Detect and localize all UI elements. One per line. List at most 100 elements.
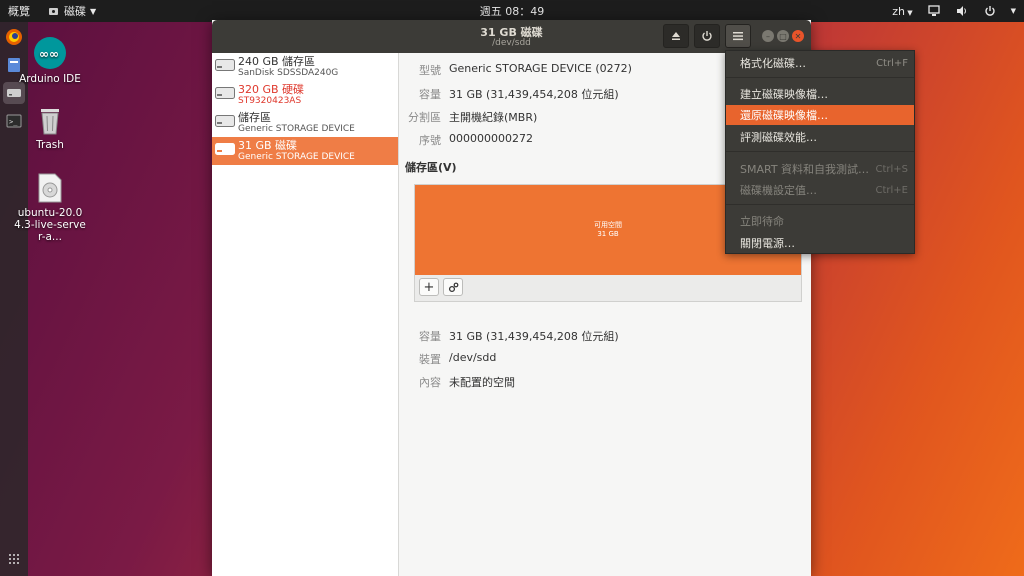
model-row: 型號 Generic STORAGE DEVICE (0272) [405, 62, 632, 78]
menu-item-label: 還原磁碟映像檔… [740, 109, 828, 122]
drive-model: SanDisk SDSSDA240G [238, 68, 339, 78]
drive-item[interactable]: 儲存區 Generic STORAGE DEVICE [212, 109, 398, 137]
power-off-button[interactable] [694, 24, 720, 48]
create-partition-button[interactable]: + [419, 278, 439, 296]
power-icon[interactable] [983, 4, 997, 18]
close-icon: ✕ [794, 31, 802, 41]
menu-item-label: 建立磁碟映像檔… [740, 88, 828, 101]
drive-item[interactable]: 320 GB 硬碟 ST9320423AS [212, 81, 398, 109]
power-off-icon [702, 31, 712, 41]
menu-item-benchmark[interactable]: 評測磁碟效能… [726, 127, 914, 147]
menu-item-label: 磁碟機設定值… [740, 184, 817, 197]
menu-item-drive-settings[interactable]: 磁碟機設定值… Ctrl+E [726, 180, 914, 200]
menu-separator [726, 151, 914, 152]
volume-size-label: 容量 [419, 330, 441, 343]
svg-text:∞: ∞ [49, 47, 59, 61]
gears-icon [448, 282, 458, 292]
menu-item-label: 立即待命 [740, 215, 784, 228]
drive-icon [215, 115, 235, 127]
input-method-indicator[interactable]: zh ▼ [892, 5, 912, 18]
model-label: 型號 [419, 64, 441, 77]
eject-icon [672, 32, 680, 40]
disc-image-icon [35, 172, 65, 204]
app-menu[interactable]: 磁碟 ▼ [38, 0, 104, 22]
menu-item-accel: Ctrl+E [875, 184, 909, 196]
size-value: 31 GB (31,439,454,208 位元組) [449, 88, 619, 101]
eject-button[interactable] [663, 24, 689, 48]
menu-item-accel: Ctrl+F [876, 57, 908, 69]
drive-icon [215, 87, 235, 99]
maximize-icon: □ [779, 31, 787, 41]
disks-window: 31 GB 磁碟 /dev/sdd – □ ✕ 240 GB 儲存區 SanDi… [212, 20, 811, 576]
partitioning-row: 分割區 主開機紀錄(MBR) [405, 109, 537, 125]
drive-model: Generic STORAGE DEVICE [238, 152, 355, 162]
show-applications-icon[interactable] [3, 548, 25, 570]
menu-item-accel: Ctrl+S [875, 163, 908, 175]
menu-separator [726, 204, 914, 205]
serial-value: 000000000272 [449, 132, 533, 145]
hamburger-icon [733, 32, 743, 41]
menu-item-create-image[interactable]: 建立磁碟映像檔… [726, 84, 914, 104]
drive-name: 儲存區 [238, 111, 271, 124]
partitioning-label: 分割區 [408, 111, 441, 124]
disks-app-icon [46, 4, 60, 18]
drive-menu-button[interactable] [725, 24, 751, 48]
serial-row: 序號 000000000272 [405, 132, 533, 148]
menu-item-power-off[interactable]: 關閉電源… [726, 233, 914, 253]
minimize-button[interactable]: – [762, 30, 774, 42]
system-menu-arrow-icon[interactable]: ▼ [1011, 7, 1016, 15]
size-label: 容量 [419, 88, 441, 101]
drive-options-menu: 格式化磁碟… Ctrl+F 建立磁碟映像檔… 還原磁碟映像檔… 評測磁碟效能… … [725, 50, 915, 254]
menu-item-label: 格式化磁碟… [740, 57, 806, 70]
desktop-icon-arduino[interactable]: ∞ ∞ Arduino IDE [10, 36, 90, 85]
drive-name: 31 GB 磁碟 [238, 139, 298, 152]
window-subtitle: /dev/sdd [492, 38, 531, 48]
menu-item-label: SMART 資料和自我測試… [740, 163, 870, 176]
partitioning-value: 主開機紀錄(MBR) [449, 111, 538, 124]
volume-device-row: 裝置 /dev/sdd [405, 351, 496, 367]
drive-name: 240 GB 儲存區 [238, 55, 316, 68]
volumes-heading: 儲存區(V) [405, 161, 457, 174]
volume-contents-value: 未配置的空間 [449, 376, 515, 389]
activities-button[interactable]: 概覽 [0, 0, 38, 22]
volume-contents-label: 內容 [419, 376, 441, 389]
network-icon[interactable] [927, 4, 941, 18]
activities-label: 概覽 [8, 5, 30, 18]
menu-item-restore-image[interactable]: 還原磁碟映像檔… [726, 105, 914, 125]
close-button[interactable]: ✕ [792, 30, 804, 42]
menu-item-smart[interactable]: SMART 資料和自我測試… Ctrl+S [726, 159, 914, 179]
drive-name: 320 GB 硬碟 [238, 83, 305, 96]
serial-label: 序號 [419, 134, 441, 147]
clock[interactable]: 週五 08：49 [472, 0, 553, 22]
desktop-icon-trash[interactable]: Trash [22, 104, 78, 151]
svg-text:∞: ∞ [39, 47, 49, 61]
desktop-icon-iso[interactable]: ubuntu-20.04.3-live-server-a... [14, 172, 86, 243]
volume-size-row: 容量 31 GB (31,439,454,208 位元組) [405, 328, 619, 344]
drive-model: ST9320423AS [238, 96, 302, 106]
partition-settings-button[interactable] [443, 278, 463, 296]
arduino-icon: ∞ ∞ [33, 36, 67, 70]
drive-icon [215, 59, 235, 71]
menu-item-label: 評測磁碟效能… [740, 131, 817, 144]
svg-text:>_: >_ [9, 118, 18, 126]
model-value: Generic STORAGE DEVICE (0272) [449, 62, 632, 75]
volume-icon[interactable] [955, 4, 969, 18]
volume-device-value: /dev/sdd [449, 351, 497, 364]
minimize-icon: – [766, 31, 770, 41]
menu-separator [726, 77, 914, 78]
plus-icon: + [423, 279, 435, 295]
drive-item[interactable]: 240 GB 儲存區 SanDisk SDSSDA240G [212, 53, 398, 81]
drive-item-selected[interactable]: 31 GB 磁碟 Generic STORAGE DEVICE [212, 137, 398, 165]
input-method-label: zh [892, 4, 905, 18]
drive-model: Generic STORAGE DEVICE [238, 124, 355, 134]
menu-item-standby[interactable]: 立即待命 [726, 211, 914, 231]
clock-label: 週五 08：49 [479, 5, 545, 18]
volume-device-label: 裝置 [419, 353, 441, 366]
dropdown-arrow-icon: ▼ [90, 6, 97, 16]
menu-item-format-disk[interactable]: 格式化磁碟… Ctrl+F [726, 53, 914, 73]
disks-dock-icon[interactable] [3, 82, 25, 104]
drive-list: 240 GB 儲存區 SanDisk SDSSDA240G 320 GB 硬碟 … [212, 53, 399, 576]
maximize-button[interactable]: □ [777, 30, 789, 42]
desktop-icon-label: ubuntu-20.04.3-live-server-a... [14, 207, 86, 243]
desktop-icon-label: Arduino IDE [19, 73, 81, 85]
